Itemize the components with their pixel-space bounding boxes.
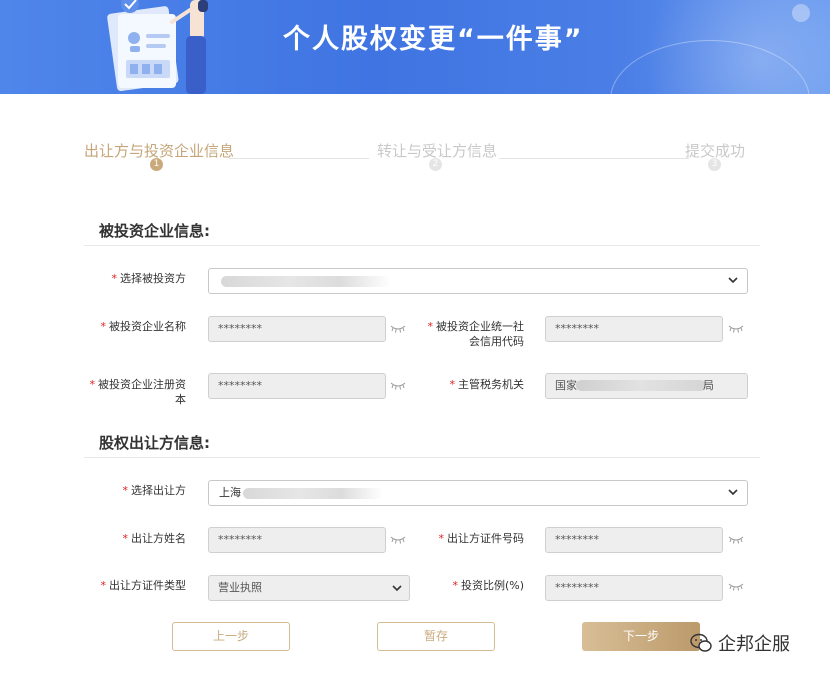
eye-closed-icon[interactable] — [390, 535, 406, 545]
progress-steps: 出让方与投资企业信息 1 转让与受让方信息 2 提交成功 3 — [84, 138, 746, 178]
select-investee-dropdown[interactable] — [208, 268, 748, 294]
step-1-number: 1 — [150, 158, 163, 171]
eye-closed-icon[interactable] — [728, 535, 744, 545]
save-draft-button[interactable]: 暂存 — [377, 622, 495, 651]
registered-capital-field[interactable]: ******** — [208, 373, 386, 399]
eye-closed-icon[interactable] — [728, 324, 744, 334]
step-connector — [499, 158, 689, 159]
label-investment-ratio: * 投资比例(%) — [452, 579, 524, 592]
company-name-field[interactable]: ******** — [208, 316, 386, 342]
wechat-watermark: 企邦企服 — [690, 630, 790, 656]
watermark-text: 企邦企服 — [718, 634, 790, 655]
wechat-icon — [690, 633, 712, 652]
label-registered-capital: * 被投资企业注册资本 — [89, 378, 187, 406]
investment-ratio-field[interactable]: ******** — [545, 575, 723, 601]
document-illustration-icon — [107, 0, 208, 94]
chevron-down-icon — [392, 585, 402, 592]
header-banner: 个人股权变更“一件事” — [0, 0, 830, 94]
redacted-value — [576, 380, 706, 391]
previous-step-button[interactable]: 上一步 — [172, 622, 290, 651]
section-title-transferor: 股权出让方信息: — [99, 434, 210, 452]
page-title: 个人股权变更“一件事” — [283, 24, 584, 55]
label-select-transferor: * 选择出让方 — [122, 484, 187, 497]
label-company-name: * 被投资企业名称 — [100, 320, 187, 333]
banner-dot — [792, 4, 810, 22]
id-type-select[interactable]: 营业执照 — [208, 575, 410, 601]
step-2-number: 2 — [429, 158, 442, 171]
next-step-button[interactable]: 下一步 — [582, 622, 700, 651]
chevron-down-icon — [728, 489, 738, 496]
eye-closed-icon[interactable] — [728, 582, 744, 592]
tax-authority-field[interactable]: 国家 局 — [545, 373, 748, 399]
label-transferor-name: * 出让方姓名 — [122, 532, 187, 545]
eye-closed-icon[interactable] — [390, 381, 406, 391]
label-transferor-id-number: * 出让方证件号码 — [438, 532, 525, 545]
credit-code-field[interactable]: ******** — [545, 316, 723, 342]
transferor-id-number-field[interactable]: ******** — [545, 527, 723, 553]
step-connector — [229, 158, 369, 159]
eye-closed-icon[interactable] — [390, 324, 406, 334]
select-transferor-dropdown[interactable]: 上海 — [208, 480, 748, 506]
section-divider — [84, 245, 760, 246]
step-3-number: 3 — [708, 158, 721, 171]
label-tax-authority: * 主管税务机关 — [449, 378, 525, 391]
chevron-down-icon — [728, 277, 738, 284]
transferor-name-field[interactable]: ******** — [208, 527, 386, 553]
redacted-value — [243, 488, 383, 499]
label-select-investee: * 选择被投资方 — [111, 272, 187, 285]
section-divider — [84, 457, 760, 458]
section-title-investee: 被投资企业信息: — [99, 222, 210, 240]
label-id-type: * 出让方证件类型 — [100, 579, 187, 592]
redacted-value — [221, 276, 391, 287]
label-credit-code: * 被投资企业统一社 会信用代码 — [427, 320, 525, 348]
